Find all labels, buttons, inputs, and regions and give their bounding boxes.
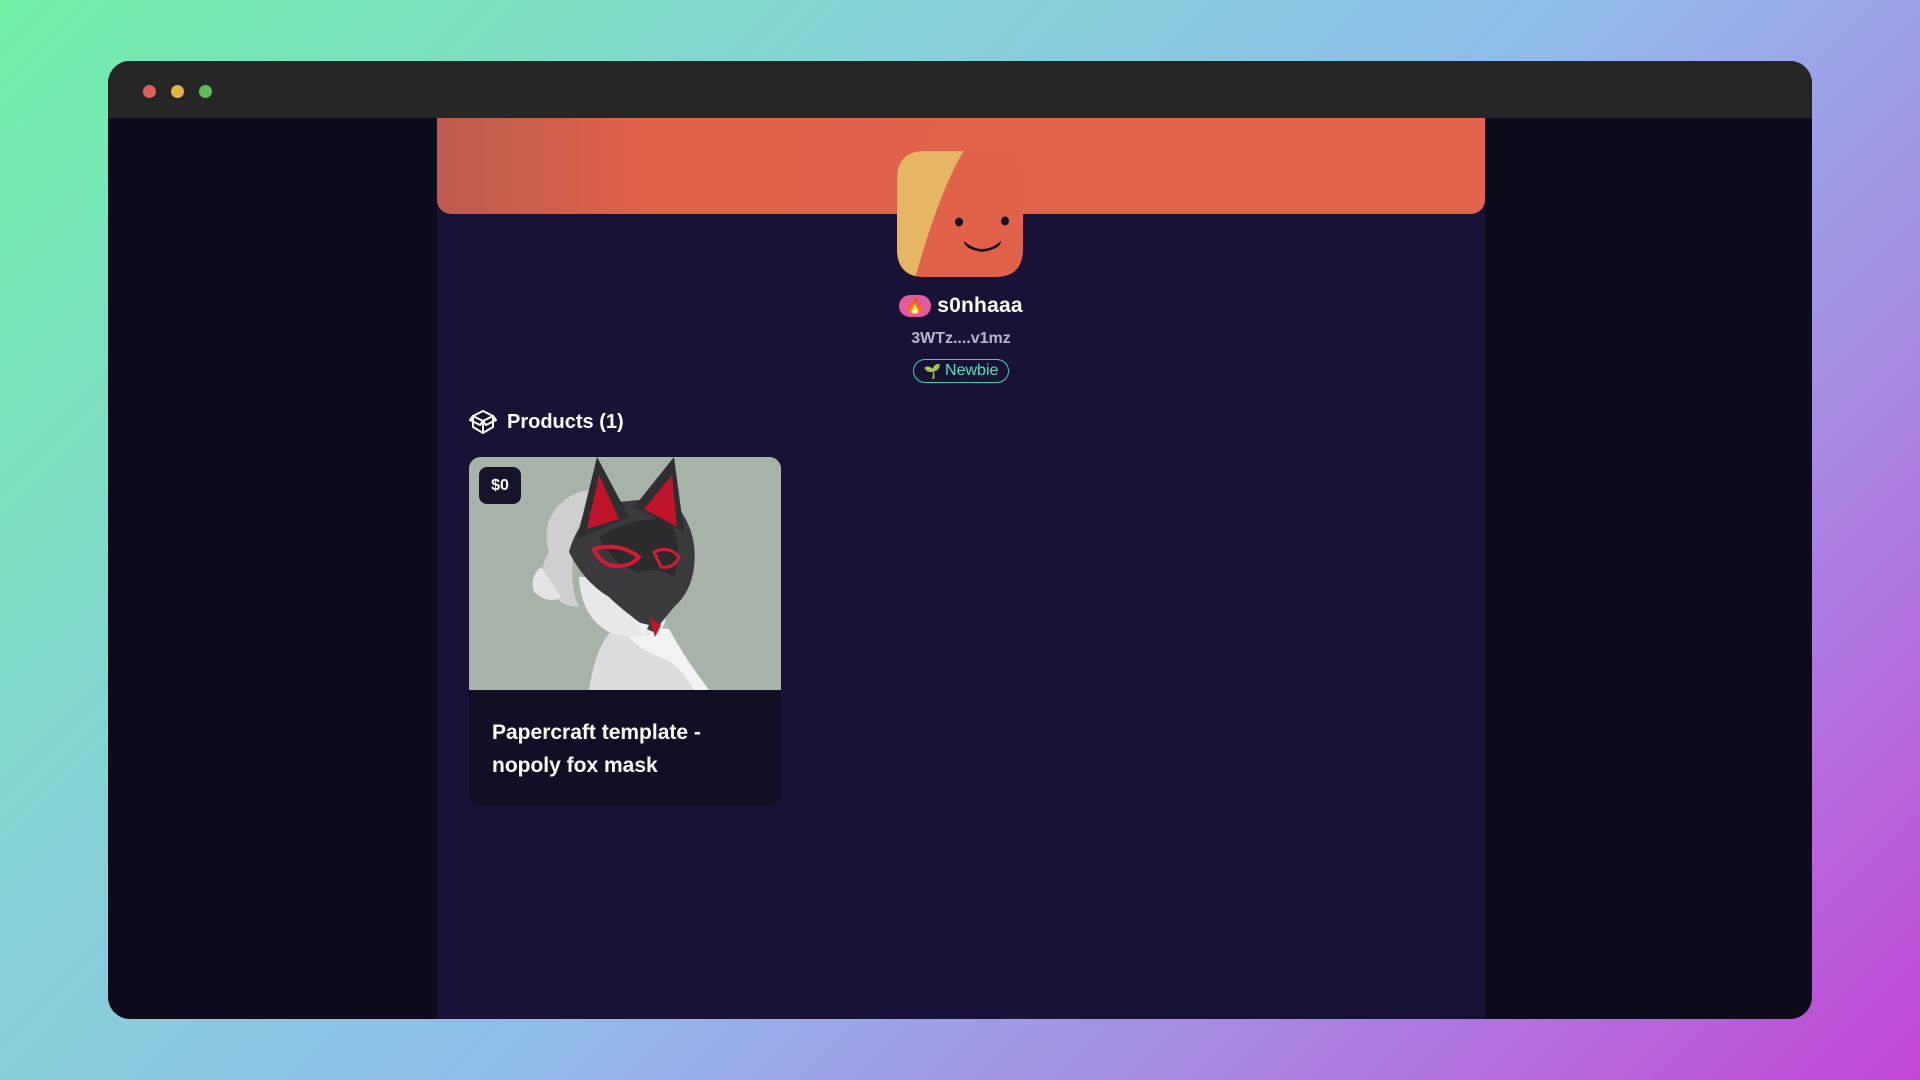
products-section-header: Products (1) [469,408,624,436]
box-icon [469,410,497,434]
profile-name-row: 🔥 s0nhaaa [437,294,1485,318]
fire-badge-icon: 🔥 [899,295,932,317]
tier-badge-container: 🌱 Newbie [437,359,1485,383]
product-card[interactable]: $0 Papercraft template - nopoly fox mask [469,457,781,806]
product-title[interactable]: Papercraft template - nopoly fox mask [492,716,762,782]
wallet-address[interactable]: 3WTz....v1mz [437,330,1485,348]
browser-window: 🔥 s0nhaaa 3WTz....v1mz 🌱 Newbie Products… [108,61,1812,1019]
tier-label: Newbie [945,362,999,379]
window-titlebar [108,61,1812,118]
username: s0nhaaa [937,294,1023,317]
sprout-icon: 🌱 [923,362,942,379]
price-badge: $0 [479,467,521,504]
products-title: Products (1) [507,410,624,433]
maximize-window-button[interactable] [199,85,212,98]
profile-avatar [897,151,1023,277]
close-window-button[interactable] [143,85,156,98]
profile-page: 🔥 s0nhaaa 3WTz....v1mz 🌱 Newbie Products… [437,118,1485,1019]
tier-badge: 🌱 Newbie [912,359,1010,383]
minimize-window-button[interactable] [171,85,184,98]
